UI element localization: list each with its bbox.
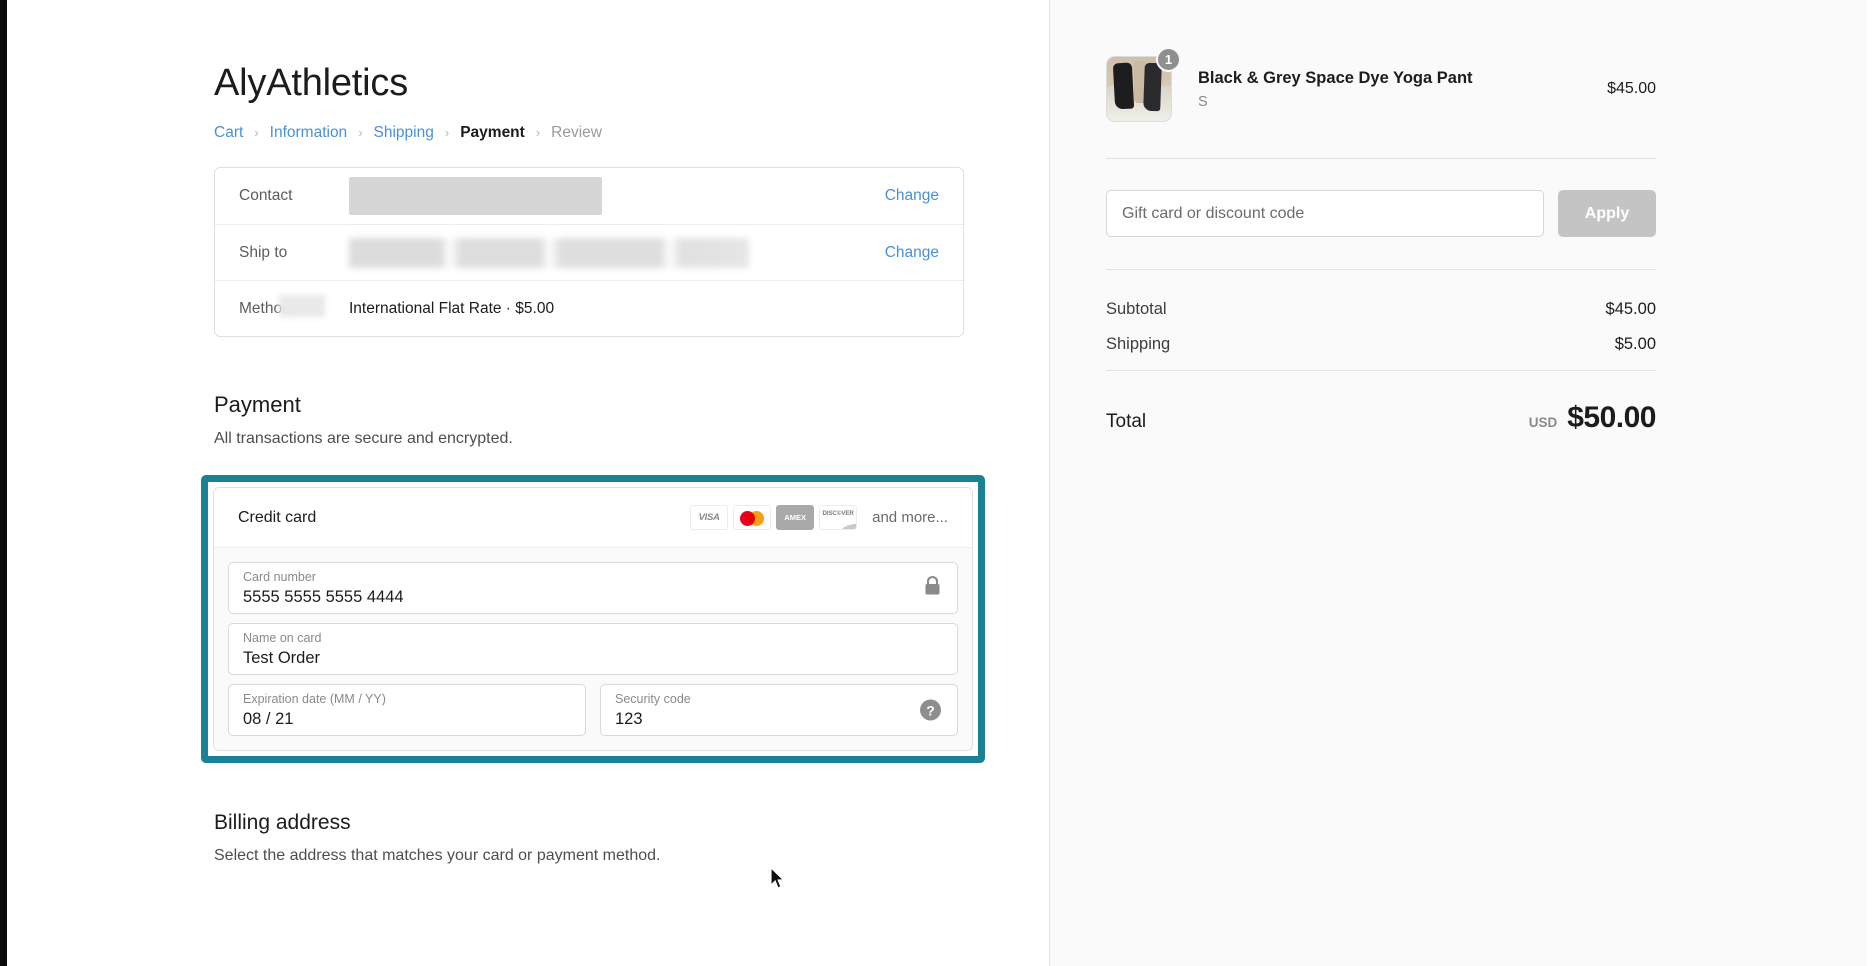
help-icon[interactable]: ? [920, 699, 941, 721]
checkout-page: AlyAthletics Cart › Information › Shippi… [0, 0, 1876, 966]
chevron-right-icon: › [535, 124, 541, 140]
redacted-method-partial [279, 295, 325, 318]
mouse-cursor [770, 866, 786, 891]
name-on-card-field[interactable]: Name on card Test Order [228, 623, 958, 676]
breadcrumb-item-review: Review [551, 123, 602, 141]
quantity-badge: 1 [1156, 47, 1181, 72]
change-contact-link[interactable]: Change [885, 187, 939, 205]
breadcrumb-item-information[interactable]: Information [270, 125, 348, 141]
breadcrumb: Cart › Information › Shipping › Payment … [214, 125, 1049, 141]
shipping-row: Shipping $5.00 [1106, 335, 1656, 370]
amex-card-icon: AMEX [776, 505, 815, 531]
product-price: $45.00 [1607, 80, 1656, 97]
review-label-ship-to: Ship to [239, 243, 288, 261]
expiration-date-label: Expiration date (MM / YY) [243, 692, 386, 707]
subtotal-row: Subtotal $45.00 [1106, 300, 1656, 335]
order-totals: Subtotal $45.00 Shipping $5.00 [1106, 270, 1656, 370]
subtotal-label: Subtotal [1106, 300, 1167, 318]
expiration-date-field[interactable]: Expiration date (MM / YY) 08 / 21 [228, 684, 586, 737]
product-thumbnail-wrap: 1 [1106, 47, 1181, 122]
accepted-card-brands: VISA AMEX DISC©VER and more... [690, 505, 948, 531]
card-expiry-security-row: Expiration date (MM / YY) 08 / 21 Securi… [228, 684, 958, 737]
shipping-value: $5.00 [1614, 335, 1656, 353]
window-left-edge [0, 0, 7, 966]
card-number-label: Card number [243, 570, 316, 585]
product-details: Black & Grey Space Dye Yoga Pant S [1198, 68, 1587, 110]
discover-card-icon: DISC©VER [819, 505, 858, 531]
grand-total-currency: USD [1528, 415, 1558, 430]
shipping-label: Shipping [1106, 335, 1171, 353]
name-on-card-label: Name on card [243, 631, 322, 646]
grand-total-row: Total USD $50.00 [1106, 371, 1656, 435]
redacted-contact-value [349, 177, 602, 216]
change-ship-to-link[interactable]: Change [885, 244, 939, 262]
credit-card-header-row[interactable]: Credit card VISA AMEX DISC©VER and more.… [214, 488, 972, 548]
subtotal-value: $45.00 [1605, 300, 1656, 318]
review-row-ship-to: Ship to Change [215, 224, 963, 280]
mastercard-card-icon [733, 505, 772, 531]
review-label-contact: Contact [239, 187, 293, 205]
checkout-main-column: AlyAthletics Cart › Information › Shippi… [0, 0, 1049, 966]
chevron-right-icon: › [358, 124, 363, 140]
review-value-method: International Flat Rate · $5.00 [349, 299, 555, 317]
security-code-value: 123 [615, 709, 643, 728]
discount-code-row: Apply [1106, 159, 1656, 269]
page-title: AlyAthletics [214, 62, 409, 104]
billing-address-subheading: Select the address that matches your car… [214, 847, 661, 865]
expiration-date-value: 08 / 21 [243, 709, 294, 728]
credit-card-panel: Credit card VISA AMEX DISC©VER and more.… [213, 487, 973, 752]
order-summary-column: 1 Black & Grey Space Dye Yoga Pant S $45… [1049, 0, 1876, 966]
card-number-field[interactable]: Card number 5555 5555 5555 4444 [228, 562, 958, 615]
visa-card-icon: VISA [690, 505, 729, 531]
credit-card-type-label: Credit card [238, 508, 317, 526]
order-review-card: Contact Change Ship to Change Method Int… [214, 167, 964, 338]
apply-discount-button[interactable]: Apply [1558, 190, 1656, 237]
order-line-item: 1 Black & Grey Space Dye Yoga Pant S $45… [1106, 47, 1656, 158]
billing-address-heading: Billing address [214, 811, 351, 835]
review-value-contact [349, 177, 885, 216]
security-code-field[interactable]: Security code 123 ? [600, 684, 958, 737]
grand-total-label: Total [1106, 411, 1147, 432]
breadcrumb-item-payment: Payment [460, 123, 525, 141]
credit-card-fields: Card number 5555 5555 5555 4444 Name on … [214, 547, 972, 751]
product-title: Black & Grey Space Dye Yoga Pant [1198, 68, 1473, 87]
chevron-right-icon: › [444, 124, 450, 140]
review-row-method: Method International Flat Rate · $5.00 [215, 280, 963, 336]
review-row-contact: Contact Change [215, 168, 963, 224]
lock-icon [924, 575, 941, 601]
window-right-edge [1866, 0, 1876, 966]
breadcrumb-item-cart[interactable]: Cart [214, 125, 243, 141]
discount-code-input[interactable] [1106, 190, 1544, 237]
name-on-card-value: Test Order [243, 648, 321, 667]
payment-section-heading: Payment [214, 392, 301, 418]
and-more-label: and more... [872, 509, 948, 527]
chevron-right-icon: › [254, 124, 259, 140]
grand-total-amount: $50.00 [1567, 401, 1656, 434]
credit-card-highlight-box: Credit card VISA AMEX DISC©VER and more.… [201, 475, 985, 764]
breadcrumb-item-shipping[interactable]: Shipping [374, 125, 434, 141]
payment-section-subheading: All transactions are secure and encrypte… [214, 430, 513, 448]
product-variant: S [1198, 94, 1208, 111]
card-number-value: 5555 5555 5555 4444 [243, 587, 404, 606]
redacted-shipping-address [349, 237, 749, 268]
review-value-ship-to [349, 237, 885, 268]
security-code-label: Security code [615, 692, 691, 707]
